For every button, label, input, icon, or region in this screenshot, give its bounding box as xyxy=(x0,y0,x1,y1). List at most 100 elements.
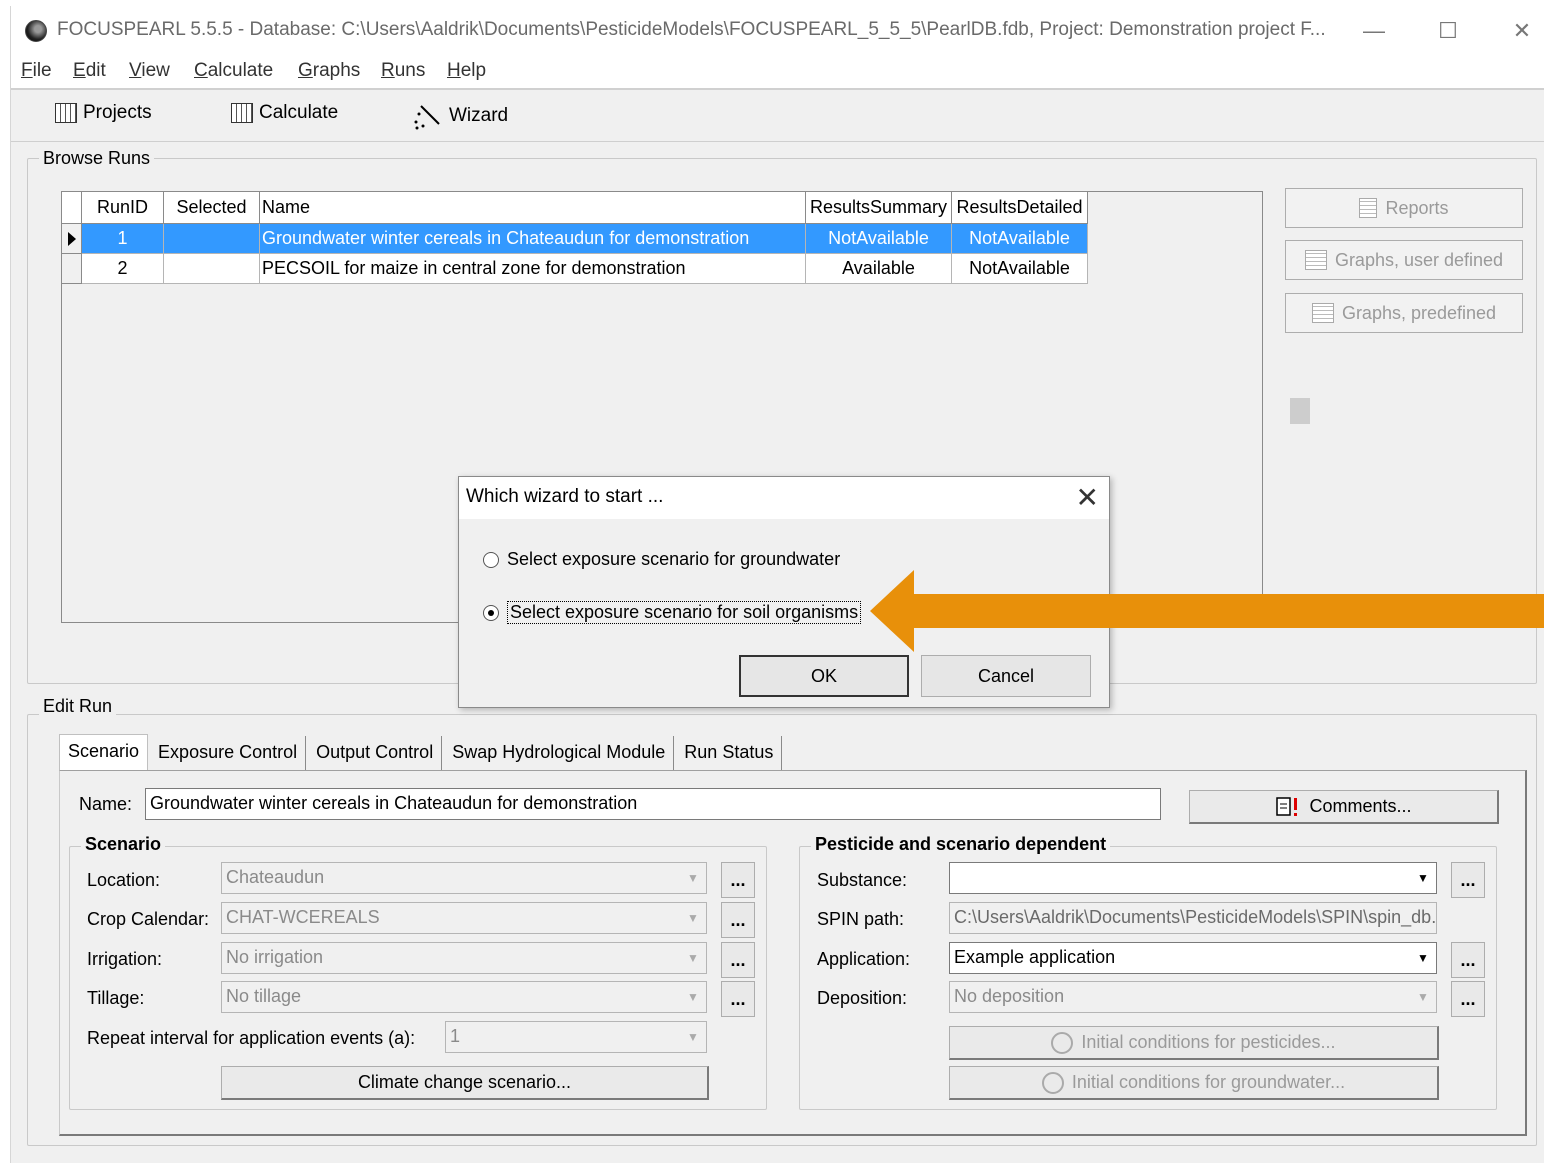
ok-button[interactable]: OK xyxy=(739,655,909,697)
menu-bar: File Edit View Calculate Graphs Runs Hel… xyxy=(11,56,1544,88)
minimize-button[interactable]: — xyxy=(1351,14,1397,48)
wizard-label: Wizard xyxy=(449,105,509,126)
tab-swap-hydrological-module[interactable]: Swap Hydrological Module xyxy=(444,736,675,770)
initial-conditions-pesticides-button[interactable]: Initial conditions for pesticides... xyxy=(949,1026,1439,1060)
chevron-down-icon: ▼ xyxy=(1417,990,1429,1004)
menu-view[interactable]: View xyxy=(129,60,170,82)
table-row-2-summary[interactable]: Available xyxy=(806,254,952,284)
climate-change-scenario-button[interactable]: Climate change scenario... xyxy=(221,1066,709,1100)
substance-label: Substance: xyxy=(817,870,908,890)
location-browse-button[interactable]: ... xyxy=(721,862,755,898)
menu-help[interactable]: Help xyxy=(447,60,486,82)
substance-select[interactable]: ▼ xyxy=(949,862,1437,894)
irrigation-select[interactable]: No irrigation ▼ xyxy=(221,942,707,974)
edit-run-tabs: Scenario Exposure Control Output Control… xyxy=(59,734,784,772)
projects-button[interactable]: Projects xyxy=(55,102,152,124)
repeat-interval-value: 1 xyxy=(450,1026,461,1046)
chevron-down-icon: ▼ xyxy=(687,951,699,965)
toolbar: Projects Calculate Wizard xyxy=(11,90,1544,142)
dialog-title: Which wizard to start ... xyxy=(466,486,664,507)
spin-path-field[interactable]: C:\Users\Aaldrik\Documents\PesticideMode… xyxy=(949,902,1437,934)
table-row-2-selected[interactable] xyxy=(164,254,260,284)
crop-calendar-browse-button[interactable]: ... xyxy=(721,902,755,938)
scroll-thumb[interactable] xyxy=(1290,398,1310,424)
tab-output-control[interactable]: Output Control xyxy=(308,736,443,770)
menu-graphs[interactable]: Graphs xyxy=(298,60,360,82)
table-row-2-name[interactable]: PECSOIL for maize in central zone for de… xyxy=(260,254,806,284)
col-results-summary[interactable]: ResultsSummary xyxy=(806,192,952,224)
dialog-close-icon[interactable]: ✕ xyxy=(1076,481,1099,514)
location-label: Location: xyxy=(87,870,161,890)
repeat-interval-select[interactable]: 1 ▼ xyxy=(445,1021,707,1053)
graphs-pre-label: Graphs, predefined xyxy=(1341,302,1497,323)
menu-edit[interactable]: Edit xyxy=(73,60,106,82)
location-select[interactable]: Chateaudun ▼ xyxy=(221,862,707,894)
graphs-user-label: Graphs, user defined xyxy=(1334,249,1504,270)
chevron-down-icon: ▼ xyxy=(687,990,699,1004)
crop-calendar-select[interactable]: CHAT-WCEREALS ▼ xyxy=(221,902,707,934)
tillage-browse-button[interactable]: ... xyxy=(721,981,755,1017)
soil-organisms-option-label: Select exposure scenario for soil organi… xyxy=(507,601,862,624)
tab-run-status[interactable]: Run Status xyxy=(676,736,783,770)
table-row-1-name[interactable]: Groundwater winter cereals in Chateaudun… xyxy=(260,224,806,254)
scenario-group-label: Scenario xyxy=(81,834,166,855)
comments-button[interactable]: Comments... xyxy=(1189,790,1499,824)
dialog-title-bar: Which wizard to start ... ✕ xyxy=(459,477,1109,519)
initial-conditions-pesticides-label: Initial conditions for pesticides... xyxy=(1081,1032,1336,1052)
clock-icon xyxy=(1041,1071,1064,1094)
row-indicator[interactable] xyxy=(62,254,82,284)
tillage-select[interactable]: No tillage ▼ xyxy=(221,981,707,1013)
crop-calendar-label: Crop Calendar: xyxy=(87,909,210,929)
wizard-button[interactable]: Wizard xyxy=(413,102,508,130)
chevron-down-icon: ▼ xyxy=(687,871,699,885)
table-row-1-runid[interactable]: 1 xyxy=(82,224,164,254)
tillage-value: No tillage xyxy=(226,986,302,1006)
graphs-predefined-button[interactable]: Graphs, predefined xyxy=(1285,293,1523,333)
col-selected[interactable]: Selected xyxy=(164,192,260,224)
chevron-down-icon: ▼ xyxy=(687,911,699,925)
calculate-button[interactable]: Calculate xyxy=(231,102,338,124)
tab-exposure-control[interactable]: Exposure Control xyxy=(150,736,307,770)
application-select[interactable]: Example application ▼ xyxy=(949,942,1437,974)
menu-file[interactable]: File xyxy=(21,60,52,82)
graphs-user-defined-button[interactable]: Graphs, user defined xyxy=(1285,240,1523,280)
table-row-2-detailed[interactable]: NotAvailable xyxy=(952,254,1088,284)
table-row-1-selected[interactable] xyxy=(164,224,260,254)
table-row-1-detailed[interactable]: NotAvailable xyxy=(952,224,1088,254)
repeat-interval-label: Repeat interval for application events (… xyxy=(87,1028,416,1048)
deposition-select[interactable]: No deposition ▼ xyxy=(949,981,1437,1013)
graph-icon xyxy=(1311,303,1334,323)
close-button[interactable]: ✕ xyxy=(1499,14,1544,48)
groundwater-option[interactable]: Select exposure scenario for groundwater xyxy=(483,549,840,570)
substance-browse-button[interactable]: ... xyxy=(1451,862,1485,898)
reports-icon xyxy=(1359,198,1378,218)
spin-path-label: SPIN path: xyxy=(817,909,905,929)
cancel-button[interactable]: Cancel xyxy=(921,655,1091,697)
current-row-arrow-icon xyxy=(68,232,76,246)
irrigation-browse-button[interactable]: ... xyxy=(721,942,755,978)
tab-scenario[interactable]: Scenario xyxy=(59,734,149,770)
tillage-label: Tillage: xyxy=(87,988,145,1008)
col-runid[interactable]: RunID xyxy=(82,192,164,224)
application-browse-button[interactable]: ... xyxy=(1451,942,1485,978)
projects-icon xyxy=(55,103,77,123)
col-results-detailed[interactable]: ResultsDetailed xyxy=(952,192,1088,224)
radio-checked-icon[interactable] xyxy=(483,604,499,621)
irrigation-value: No irrigation xyxy=(226,947,324,967)
run-name-input[interactable]: Groundwater winter cereals in Chateaudun… xyxy=(145,788,1161,820)
grid-corner xyxy=(62,192,82,224)
deposition-browse-button[interactable]: ... xyxy=(1451,981,1485,1017)
irrigation-label: Irrigation: xyxy=(87,949,163,969)
soil-organisms-option[interactable]: Select exposure scenario for soil organi… xyxy=(483,601,862,624)
menu-calculate[interactable]: Calculate xyxy=(194,60,273,82)
reports-button[interactable]: Reports xyxy=(1285,188,1523,228)
menu-runs[interactable]: Runs xyxy=(381,60,425,82)
col-name[interactable]: Name xyxy=(260,192,806,224)
reports-label: Reports xyxy=(1385,197,1449,218)
table-row-1-summary[interactable]: NotAvailable xyxy=(806,224,952,254)
table-row-2-runid[interactable]: 2 xyxy=(82,254,164,284)
row-indicator[interactable] xyxy=(62,224,82,254)
initial-conditions-groundwater-button[interactable]: Initial conditions for groundwater... xyxy=(949,1066,1439,1100)
maximize-button[interactable]: ☐ xyxy=(1425,14,1471,48)
radio-unchecked-icon[interactable] xyxy=(483,551,499,568)
